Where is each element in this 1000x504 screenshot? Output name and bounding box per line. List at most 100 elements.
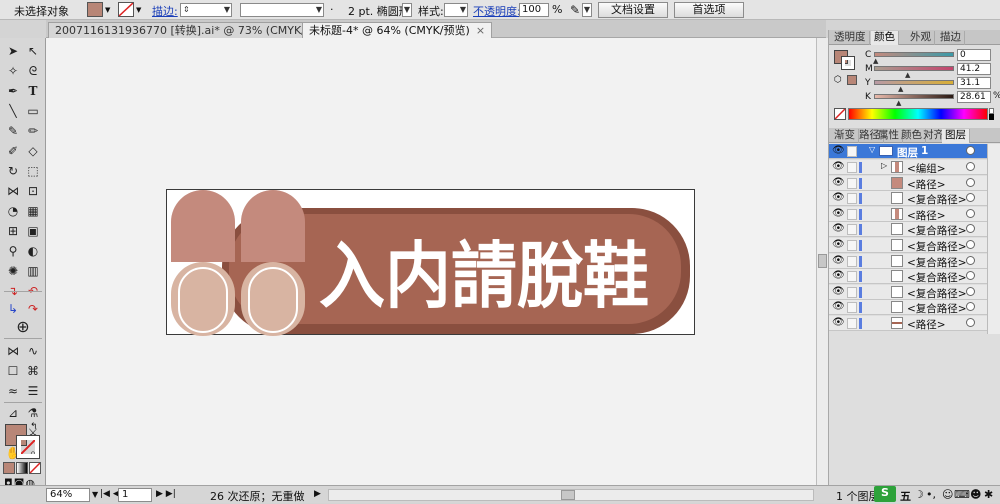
tab-gradient[interactable]: 渐变 [831,129,859,143]
slider-black[interactable]: K ▲ 28.61 % [829,91,1000,107]
type-tool-icon[interactable]: T [24,82,42,100]
pen-tool-icon[interactable]: ✒ [4,82,22,100]
gradient-tool-icon[interactable]: ▣ [24,222,42,240]
layer-row[interactable]: 👁 <复合路径> [829,222,987,238]
free-transform-tool-icon[interactable]: ⊡ [24,182,42,200]
tab-color[interactable]: 颜色 [871,31,899,45]
stroke-weight-field[interactable]: ⇕ ▼ [180,3,232,17]
horizontal-scrollbar[interactable] [328,489,814,501]
smile-icon[interactable]: ☺ [942,488,953,501]
target-icon[interactable] [966,146,975,155]
slider-thumb[interactable]: ▲ [896,99,901,107]
lock-toggle[interactable] [847,271,857,283]
artboard[interactable]: 入内請脫鞋 [166,189,695,336]
color-spectrum[interactable] [848,108,988,120]
pencil-tool-icon[interactable]: ✏ [24,122,42,140]
target-icon[interactable] [966,255,975,265]
selection-tool-icon[interactable]: ➤ [4,42,22,60]
eye-icon[interactable]: 👁 [832,286,845,297]
chevron-down-icon[interactable]: ▽ [869,145,875,154]
bloat-tool-icon[interactable]: ⌘ [24,362,42,380]
ime-logo-icon[interactable]: S [874,486,896,502]
last-page-icon[interactable]: ▶ ▶| [156,489,176,499]
preferences-button[interactable]: 首选项 [674,2,744,18]
column-graph-tool-icon[interactable]: ▥ [24,262,42,280]
lock-toggle[interactable] [847,318,857,329]
channel-value[interactable]: 28.61 [957,91,991,103]
pucker-tool-icon[interactable]: ☐ [4,362,22,380]
scroll-thumb[interactable] [818,254,827,268]
twirl-tool-icon[interactable]: ∿ [24,342,42,360]
tab-appearance[interactable]: 外观 [907,31,935,45]
tab-transparency[interactable]: 透明度 [831,31,870,45]
layer-row[interactable]: 👁 <复合路径> [829,269,987,285]
lock-toggle[interactable] [847,193,857,205]
stroke-swatch[interactable] [118,2,134,17]
wrinkle-tool-icon[interactable]: ☰ [24,382,42,400]
chevron-right-icon[interactable]: ▷ [881,161,887,170]
opacity-link[interactable]: 不透明度: [473,3,521,19]
canvas-vertical-scrollbar[interactable] [816,38,828,485]
anchor-tool-icon[interactable]: ↳ [4,300,22,318]
eye-icon[interactable]: 👁 [832,161,845,172]
slider-track[interactable] [874,80,954,85]
layer-row-top[interactable]: 👁 ▽ 图层 1 [829,144,987,159]
lock-toggle[interactable] [847,208,857,220]
symbol-sprayer-tool-icon[interactable]: ✺ [4,262,22,280]
slider-track[interactable] [874,52,954,57]
lock-toggle[interactable] [847,146,857,157]
layers-scrollbar[interactable] [987,144,1000,334]
measure-tool-icon[interactable]: ⊿ [4,404,22,422]
tab-stroke[interactable]: 描边 [937,31,965,45]
rotate-tool-icon[interactable]: ↻ [4,162,22,180]
blob-brush-tool-icon[interactable]: ✐ [4,142,22,160]
warp-tool-icon[interactable]: ⋈ [4,342,22,360]
keyboard-icon[interactable]: ⌨ [954,488,970,501]
recolor-icon[interactable]: ✎ [570,3,580,17]
gradient-mode-icon[interactable] [16,462,28,474]
shape-builder-tool-icon[interactable]: ◔ [4,202,22,220]
fill-dropdown-icon[interactable]: ▼ [105,6,110,14]
none-color-icon[interactable] [834,108,846,120]
scroll-thumb[interactable] [561,490,575,500]
lock-toggle[interactable] [847,255,857,267]
target-icon[interactable] [966,162,975,171]
target-icon[interactable] [966,177,975,187]
eye-icon[interactable]: 👁 [832,301,845,312]
slider-track[interactable] [874,94,954,99]
eye-icon[interactable]: 👁 [832,145,845,156]
ime-mode[interactable]: 五 [900,488,911,504]
layer-row[interactable]: 👁 <复合路径> [829,191,987,207]
rectangle-tool-icon[interactable]: ▭ [24,102,42,120]
lock-toggle[interactable] [847,240,857,251]
document-settings-button[interactable]: 文档设置 [598,2,668,18]
none-mode-icon[interactable] [29,462,41,474]
target-icon[interactable] [966,224,975,234]
style-dropdown[interactable]: ▼ [444,3,468,17]
layer-row[interactable]: 👁 <复合路径> [829,300,987,316]
color-mode-icon[interactable] [3,462,15,474]
slider-magenta[interactable]: M ▲ 41.2 [829,63,1000,79]
settings-icon[interactable]: ✱ [984,488,993,501]
variable-width-dropdown[interactable]: ▼ [240,3,324,17]
opacity-input[interactable]: 100 [519,3,549,17]
page-field[interactable]: 1 [118,488,152,502]
slider-cyan[interactable]: C ▲ 0 [829,49,1000,65]
scale-tool-icon[interactable]: ⬚ [24,162,42,180]
user-icon[interactable]: ☻ [970,488,981,501]
stroke-link[interactable]: 描边: [152,3,178,19]
tab-layers[interactable]: 图层 [942,129,970,143]
recolor-dropdown[interactable]: ▼ [582,3,592,17]
perspective-grid-tool-icon[interactable]: ▦ [24,202,42,220]
target-icon[interactable] [966,208,975,218]
layer-row[interactable]: 👁 <路径> [829,175,987,191]
black-swatch[interactable] [989,114,994,120]
eye-icon[interactable]: 👁 [832,192,845,203]
eye-icon[interactable]: 👁 [832,177,845,188]
layer-row[interactable]: 👁 <复合路径> [829,253,987,269]
stroke-dropdown-icon[interactable]: ▼ [136,6,141,14]
lock-toggle[interactable] [847,224,857,236]
curvature-tool-icon[interactable]: ↷ [24,300,42,318]
tab-document-2[interactable]: 未标题-4* @ 64% (CMYK/预览) × [302,22,493,38]
eyedrop-tool-icon[interactable]: ⚗ [24,404,42,422]
